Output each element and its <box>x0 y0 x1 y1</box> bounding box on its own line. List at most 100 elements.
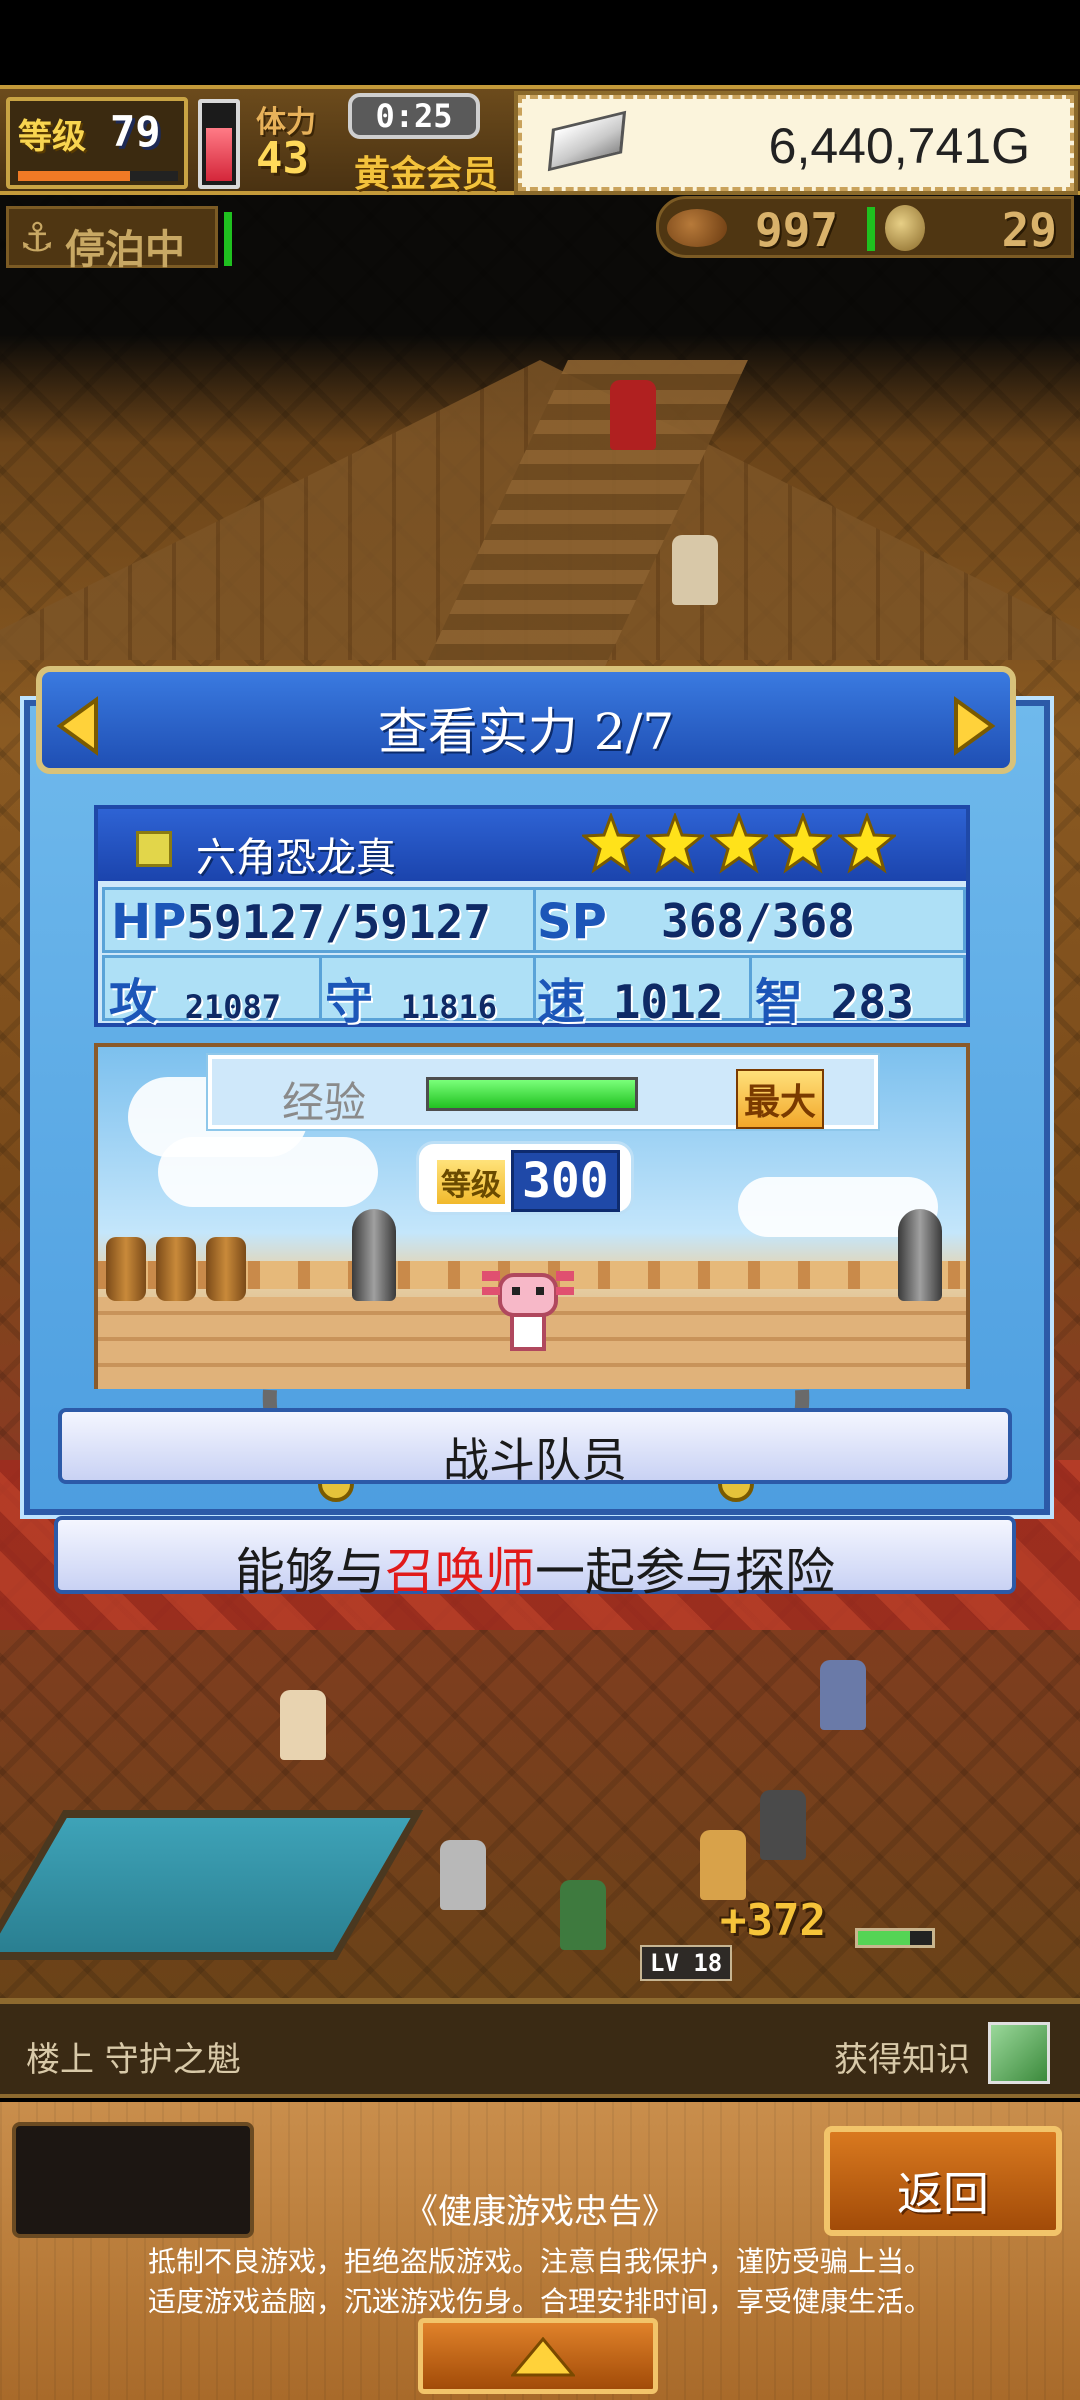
docking-status[interactable]: ⚓ 停泊中 <box>6 206 218 273</box>
int-stat: 智 283 <box>755 962 914 1032</box>
cannon <box>352 1209 396 1301</box>
stamina-timer: 0:25 <box>348 93 480 139</box>
expand-menu-button[interactable] <box>418 2318 658 2394</box>
axolotl-unit-sprite <box>482 1271 574 1351</box>
stamina-gauge <box>198 99 240 189</box>
attribute-row: 攻 21087 守 11816 速 1012 智 283 <box>102 955 966 1030</box>
exp-label: 经验 <box>282 1078 367 1127</box>
unit-type-icon <box>136 831 172 867</box>
spd-stat: 速 1012 <box>537 962 724 1032</box>
coin-value: 29 <box>1001 203 1057 257</box>
level-progress-bar <box>18 171 178 181</box>
spd-label: 速 <box>537 974 586 1030</box>
stat-divider <box>319 958 322 1018</box>
membership-badge[interactable]: 黄金会员 <box>354 145 498 197</box>
unit-stats-panel: 六角恐龙真 HP59127/59127 SP 368/368 攻 21087 守… <box>94 805 970 1030</box>
crew-sprite[interactable] <box>820 1660 866 1730</box>
gold-value: 6,440,741G <box>768 118 1030 174</box>
next-unit-button[interactable] <box>950 696 996 756</box>
exp-progress-bar <box>426 1077 638 1111</box>
star-icon <box>774 813 832 874</box>
exp-panel: 经验 最大 <box>206 1053 880 1131</box>
desc-highlight: 召唤师 <box>385 1543 535 1601</box>
bottom-panel: 返回 《健康游戏忠告》 抵制不良游戏，拒绝盗版游戏。注意自我保护，谨防受骗上当。… <box>0 2102 1080 2400</box>
resource-divider <box>867 207 875 251</box>
stat-divider <box>533 958 536 1018</box>
location-bar: 楼上 守护之魁 获得知识 <box>0 1998 1080 2098</box>
hp-label: HP <box>111 894 187 950</box>
coin-icon <box>885 205 925 251</box>
resource-display[interactable]: 997 29 <box>656 196 1074 258</box>
desc-text-post: 一起参与探险 <box>535 1543 835 1601</box>
unit-role: 战斗队员 <box>443 1433 627 1487</box>
crew-sprite[interactable] <box>610 380 656 450</box>
docking-label: 停泊中 <box>65 227 185 273</box>
anchor-icon: ⚓ <box>19 215 55 261</box>
status-indicator <box>224 212 232 266</box>
food-value: 997 <box>755 203 839 257</box>
atk-value: 21087 <box>184 988 282 1026</box>
top-hud: 等级 79 体力 43 0:25 黄金会员 6,440,741G <box>0 85 1080 195</box>
unit-description: 能够与召唤师一起参与探险 <box>58 1532 1012 1604</box>
atk-stat: 攻 21087 <box>109 962 281 1032</box>
hp-stat: HP59127/59127 <box>111 894 491 950</box>
level-label: 等级 <box>18 117 86 157</box>
health-advice-line1: 抵制不良游戏，拒绝盗版游戏。注意自我保护，谨防受骗上当。 <box>147 2245 932 2278</box>
exp-max-badge: 最大 <box>736 1069 825 1129</box>
def-value: 11816 <box>400 988 498 1026</box>
stamina-value: 43 <box>256 133 309 184</box>
unit-name: 六角恐龙真 <box>196 835 396 881</box>
knowledge-text: 获得知识 <box>834 2040 970 2080</box>
unit-description-bar: 能够与召唤师一起参与探险 <box>54 1516 1016 1601</box>
crew-sprite[interactable] <box>280 1690 326 1760</box>
player-level-box[interactable]: 等级 79 <box>6 97 188 189</box>
star-icon <box>646 813 704 874</box>
stat-divider <box>749 958 752 1018</box>
def-stat: 守 11816 <box>325 962 497 1032</box>
crew-sprite[interactable] <box>560 1880 606 1950</box>
unit-rank-stars <box>582 813 896 879</box>
sp-label: SP <box>537 894 607 950</box>
desc-text-pre: 能够与 <box>235 1543 385 1601</box>
def-label: 守 <box>325 974 374 1030</box>
stat-divider <box>533 890 536 950</box>
unit-level-value: 300 <box>511 1150 620 1212</box>
crew-hp-bar <box>855 1928 935 1948</box>
unit-role-bar: 战斗队员 <box>58 1408 1012 1487</box>
statue <box>440 1840 486 1910</box>
silver-bar-icon <box>547 110 627 172</box>
food-icon <box>667 209 727 247</box>
dialog-header: 查看实力 2/7 <box>36 666 1016 774</box>
crew-sprite[interactable] <box>700 1830 746 1900</box>
star-icon <box>582 813 640 874</box>
crew-sprite[interactable] <box>672 535 718 605</box>
unit-name-row: 六角恐龙真 <box>98 809 966 881</box>
sp-stat: SP <box>537 894 607 950</box>
int-value: 283 <box>830 975 914 1029</box>
crew-sprite[interactable] <box>760 1790 806 1860</box>
barrel <box>106 1237 146 1301</box>
level-value: 79 <box>110 107 161 156</box>
exp-gain-popup: +372 <box>720 1895 826 1946</box>
atk-label: 攻 <box>109 974 158 1030</box>
hp-sp-row: HP59127/59127 SP 368/368 <box>102 887 966 953</box>
dialog-title: 查看实力 2/7 <box>377 703 675 761</box>
sp-value: 368/368 <box>661 894 855 948</box>
int-label: 智 <box>755 974 804 1030</box>
location-text: 楼上 守护之魁 <box>26 2040 241 2080</box>
spd-value: 1012 <box>612 975 724 1029</box>
barrel <box>206 1237 246 1301</box>
book-icon[interactable] <box>988 2022 1050 2084</box>
star-icon <box>838 813 896 874</box>
cloud <box>158 1137 378 1207</box>
health-advice-line2: 适度游戏益脑，沉迷游戏伤身。合理安排时间，享受健康生活。 <box>147 2285 932 2318</box>
arrow-right-icon <box>954 696 996 756</box>
hp-value: 59127/59127 <box>186 895 491 949</box>
crew-level-tag: LV 18 <box>640 1945 733 1981</box>
gold-display[interactable]: 6,440,741G <box>514 91 1078 195</box>
star-icon <box>710 813 768 874</box>
barrel <box>156 1237 196 1301</box>
cannon <box>898 1209 942 1301</box>
arrow-up-icon <box>511 2337 575 2377</box>
unit-preview-scene: 经验 最大 等级 300 <box>94 1043 970 1389</box>
